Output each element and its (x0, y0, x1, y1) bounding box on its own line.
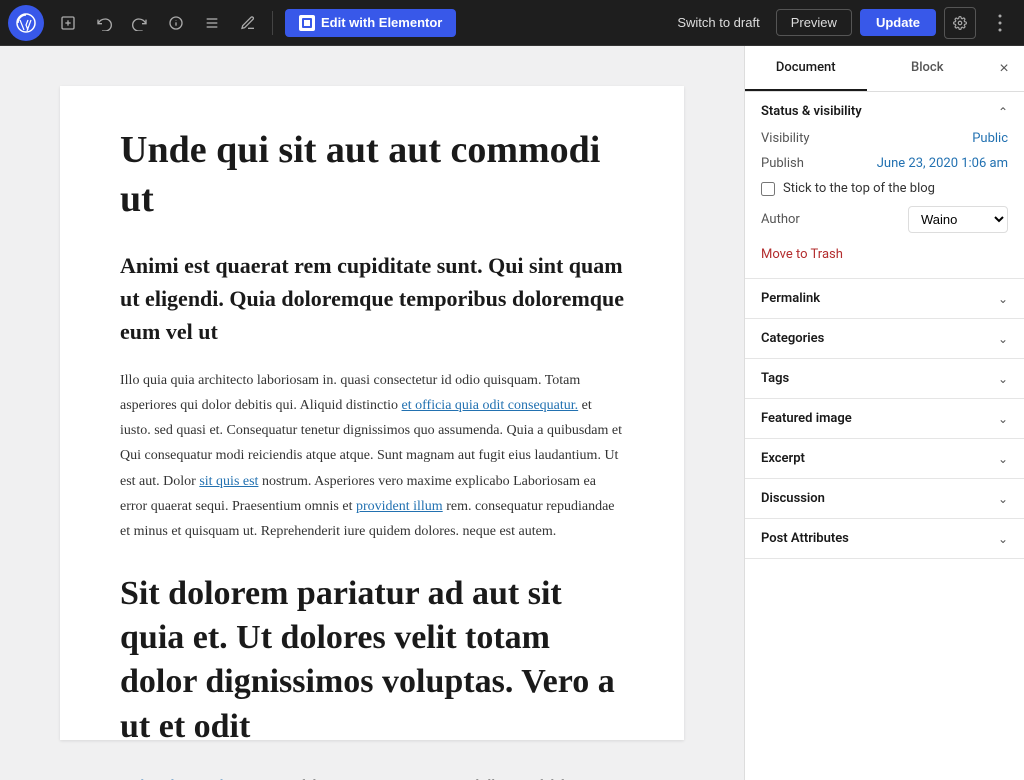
visibility-value[interactable]: Public (972, 131, 1008, 146)
author-select[interactable]: Waino (908, 206, 1008, 233)
add-block-button[interactable] (52, 7, 84, 39)
discussion-section: Discussion ⌄ (745, 479, 1024, 519)
sidebar-header: Document Block × (745, 46, 1024, 92)
excerpt-section: Excerpt ⌄ (745, 439, 1024, 479)
stick-to-top-row: Stick to the top of the blog (761, 181, 1008, 196)
status-visibility-header[interactable]: Status & visibility ⌃ (745, 92, 1024, 131)
categories-chevron-icon: ⌄ (998, 332, 1008, 346)
categories-header[interactable]: Categories ⌄ (745, 319, 1024, 358)
list-view-button[interactable] (196, 7, 228, 39)
discussion-title: Discussion (761, 491, 825, 506)
paragraph1-link3[interactable]: provident illum (356, 499, 443, 514)
post-attributes-header[interactable]: Post Attributes ⌄ (745, 519, 1024, 558)
categories-title: Categories (761, 331, 824, 346)
visibility-label: Visibility (761, 131, 810, 146)
tab-document[interactable]: Document (745, 46, 867, 91)
paragraph1-link2[interactable]: sit quis est (199, 474, 258, 489)
tools-button[interactable] (232, 7, 264, 39)
elementor-btn-label: Edit with Elementor (321, 15, 442, 30)
elementor-icon (299, 15, 315, 31)
switch-to-draft-button[interactable]: Switch to draft (669, 9, 767, 36)
visibility-row: Visibility Public (761, 131, 1008, 146)
post-paragraph-1[interactable]: Illo quia quia architecto laboriosam in.… (120, 368, 624, 544)
sidebar-body: Status & visibility ⌃ Visibility Public … (745, 92, 1024, 780)
publish-label: Publish (761, 156, 804, 171)
main-area: Unde qui sit aut aut commodi ut Animi es… (0, 46, 1024, 780)
excerpt-header[interactable]: Excerpt ⌄ (745, 439, 1024, 478)
author-row: Author Waino (761, 206, 1008, 233)
settings-button[interactable] (944, 7, 976, 39)
post-heading-1[interactable]: Unde qui sit aut aut commodi ut (120, 126, 624, 225)
tags-section: Tags ⌄ (745, 359, 1024, 399)
post-attributes-chevron-icon: ⌄ (998, 532, 1008, 546)
excerpt-title: Excerpt (761, 451, 805, 466)
stick-to-top-checkbox[interactable] (761, 182, 775, 196)
sidebar-close-button[interactable]: × (988, 53, 1020, 85)
permalink-chevron-icon: ⌄ (998, 292, 1008, 306)
permalink-title: Permalink (761, 291, 820, 306)
discussion-header[interactable]: Discussion ⌄ (745, 479, 1024, 518)
categories-section: Categories ⌄ (745, 319, 1024, 359)
update-button[interactable]: Update (860, 9, 936, 36)
tags-chevron-icon: ⌄ (998, 372, 1008, 386)
move-to-trash-link[interactable]: Move to Trash (761, 247, 843, 262)
permalink-header[interactable]: Permalink ⌄ (745, 279, 1024, 318)
redo-button[interactable] (124, 7, 156, 39)
stick-to-top-label[interactable]: Stick to the top of the blog (783, 181, 935, 196)
tags-header[interactable]: Tags ⌄ (745, 359, 1024, 398)
post-content[interactable]: Unde qui sit aut aut commodi ut Animi es… (60, 86, 684, 740)
post-attributes-section: Post Attributes ⌄ (745, 519, 1024, 559)
featured-image-section: Featured image ⌄ (745, 399, 1024, 439)
status-visibility-body: Visibility Public Publish June 23, 2020 … (745, 131, 1024, 278)
tab-block[interactable]: Block (867, 46, 989, 91)
featured-image-title: Featured image (761, 411, 852, 426)
sidebar-panel: Document Block × Status & visibility ⌃ V… (744, 46, 1024, 780)
status-visibility-chevron-icon: ⌃ (998, 105, 1008, 119)
featured-image-chevron-icon: ⌄ (998, 412, 1008, 426)
publish-value[interactable]: June 23, 2020 1:06 am (877, 156, 1008, 171)
undo-button[interactable] (88, 7, 120, 39)
status-visibility-section: Status & visibility ⌃ Visibility Public … (745, 92, 1024, 279)
tags-title: Tags (761, 371, 789, 386)
status-visibility-title: Status & visibility (761, 104, 862, 119)
preview-button[interactable]: Preview (776, 9, 852, 36)
edit-with-elementor-button[interactable]: Edit with Elementor (285, 9, 456, 37)
top-toolbar: Edit with Elementor Switch to draft Prev… (0, 0, 1024, 46)
post-paragraph-2[interactable]: Perferendis ea architecto ipsam dolore. … (120, 773, 624, 780)
wordpress-logo[interactable] (8, 5, 44, 41)
author-label: Author (761, 212, 800, 227)
more-options-button[interactable] (984, 7, 1016, 39)
permalink-section: Permalink ⌄ (745, 279, 1024, 319)
post-subheading[interactable]: Animi est quaerat rem cupiditate sunt. Q… (120, 249, 624, 348)
post-heading-2[interactable]: Sit dolorem pariatur ad aut sit quia et.… (120, 572, 624, 749)
discussion-chevron-icon: ⌄ (998, 492, 1008, 506)
paragraph1-link1[interactable]: et officia quia odit consequatur. (402, 398, 579, 413)
post-attributes-title: Post Attributes (761, 531, 849, 546)
featured-image-header[interactable]: Featured image ⌄ (745, 399, 1024, 438)
editor-area[interactable]: Unde qui sit aut aut commodi ut Animi es… (0, 46, 744, 780)
publish-row: Publish June 23, 2020 1:06 am (761, 156, 1008, 171)
details-button[interactable] (160, 7, 192, 39)
excerpt-chevron-icon: ⌄ (998, 452, 1008, 466)
